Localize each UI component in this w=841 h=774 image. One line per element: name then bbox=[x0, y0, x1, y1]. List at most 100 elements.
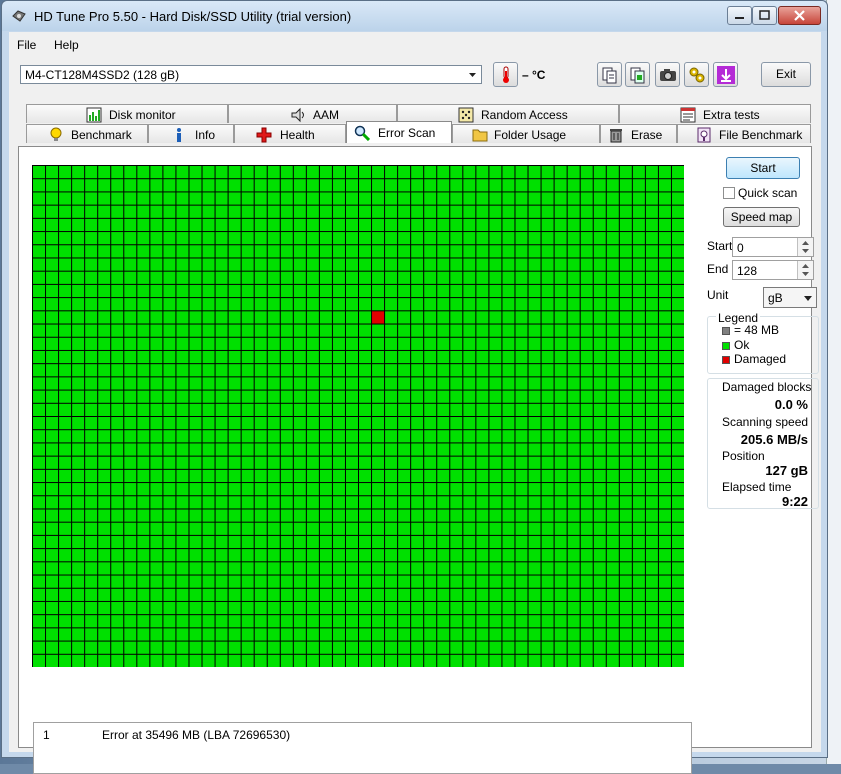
ok-block bbox=[502, 509, 515, 522]
ok-block bbox=[398, 535, 411, 549]
ok-block bbox=[398, 324, 411, 337]
ok-block bbox=[645, 641, 658, 654]
minimize-button[interactable] bbox=[727, 6, 752, 25]
ok-block bbox=[359, 284, 372, 298]
save-button[interactable] bbox=[713, 62, 738, 87]
ok-block bbox=[411, 166, 424, 179]
title-bar[interactable]: HD Tune Pro 5.50 - Hard Disk/SSD Utility… bbox=[2, 1, 827, 31]
ok-block bbox=[359, 337, 372, 350]
speed-map-button[interactable]: Speed map bbox=[723, 207, 800, 227]
tab-info[interactable]: Info bbox=[148, 124, 234, 143]
tab-extra-tests[interactable]: Extra tests bbox=[619, 104, 811, 123]
end-spinbox[interactable]: 128 bbox=[732, 260, 814, 280]
ok-block bbox=[489, 166, 502, 179]
ok-block bbox=[150, 588, 163, 601]
copy-info-button[interactable] bbox=[625, 62, 650, 87]
tab-folder-usage[interactable]: Folder Usage bbox=[452, 124, 600, 143]
tab-file-benchmark[interactable]: File Benchmark bbox=[677, 124, 811, 143]
tab-erase[interactable]: Erase bbox=[600, 124, 677, 143]
ok-block bbox=[671, 311, 684, 324]
screenshot-button[interactable] bbox=[655, 62, 680, 87]
start-spinbox-arrows[interactable] bbox=[797, 238, 813, 256]
close-button[interactable] bbox=[778, 6, 821, 25]
options-button[interactable] bbox=[684, 62, 709, 87]
ok-block bbox=[345, 324, 358, 337]
ok-block bbox=[463, 390, 476, 403]
ok-block bbox=[632, 403, 645, 416]
maximize-button[interactable] bbox=[752, 6, 777, 25]
tab-health[interactable]: Health bbox=[234, 124, 346, 143]
ok-block bbox=[176, 469, 189, 483]
ok-block bbox=[619, 179, 632, 192]
drive-select[interactable]: M4-CT128M4SSD2 (128 gB) bbox=[20, 65, 482, 84]
end-spinbox-arrows[interactable] bbox=[797, 261, 813, 279]
ok-block bbox=[345, 311, 358, 324]
ok-block bbox=[398, 311, 411, 324]
ok-block bbox=[111, 377, 124, 390]
ok-block bbox=[450, 628, 463, 641]
ok-block bbox=[267, 430, 280, 443]
tab-error-scan[interactable]: Error Scan bbox=[346, 121, 452, 143]
ok-block bbox=[111, 364, 124, 377]
ok-block bbox=[163, 417, 176, 430]
ok-block bbox=[306, 469, 319, 483]
ok-block bbox=[580, 337, 593, 350]
ok-block bbox=[85, 403, 98, 416]
tab-disk-monitor[interactable]: Disk monitor bbox=[26, 104, 228, 123]
ok-block bbox=[489, 179, 502, 192]
ok-block bbox=[319, 179, 332, 192]
start-spinbox[interactable]: 0 bbox=[732, 237, 814, 257]
unit-select[interactable]: gB bbox=[763, 287, 817, 308]
ok-block bbox=[489, 417, 502, 430]
ok-block bbox=[515, 245, 528, 258]
tab-benchmark[interactable]: Benchmark bbox=[26, 124, 148, 143]
ok-block bbox=[619, 337, 632, 350]
ok-block bbox=[567, 628, 580, 641]
ok-block bbox=[124, 641, 137, 654]
speaker-icon bbox=[291, 107, 304, 123]
ok-block bbox=[124, 483, 137, 496]
ok-block bbox=[111, 496, 124, 509]
ok-block bbox=[202, 271, 215, 284]
ok-block bbox=[411, 522, 424, 535]
ok-block bbox=[671, 522, 684, 535]
ok-block bbox=[150, 522, 163, 535]
ok-block bbox=[189, 298, 202, 311]
ok-block bbox=[111, 628, 124, 641]
ok-block bbox=[463, 377, 476, 390]
ok-block bbox=[59, 641, 72, 654]
menu-file[interactable]: File bbox=[17, 38, 36, 52]
ok-block bbox=[215, 641, 228, 654]
ok-block bbox=[580, 588, 593, 601]
error-log-list[interactable]: 1 Error at 35496 MB (LBA 72696530) bbox=[33, 722, 692, 774]
ok-block bbox=[632, 192, 645, 205]
ok-block bbox=[619, 311, 632, 324]
ok-block bbox=[280, 364, 293, 377]
ok-block bbox=[137, 311, 150, 324]
copy-text-button[interactable] bbox=[597, 62, 622, 87]
quick-scan-checkbox[interactable] bbox=[723, 187, 735, 199]
ok-block bbox=[424, 549, 437, 562]
ok-block bbox=[85, 337, 98, 350]
ok-block bbox=[567, 271, 580, 284]
ok-block bbox=[176, 443, 189, 456]
legend-block-size: = 48 MB bbox=[734, 323, 780, 337]
ok-block bbox=[59, 430, 72, 443]
ok-block bbox=[398, 509, 411, 522]
ok-block bbox=[202, 469, 215, 483]
temperature-button[interactable] bbox=[493, 62, 518, 87]
ok-block bbox=[176, 311, 189, 324]
ok-block bbox=[228, 601, 241, 615]
ok-block bbox=[33, 390, 46, 403]
ok-block bbox=[345, 258, 358, 271]
exit-button[interactable]: Exit bbox=[761, 62, 811, 87]
ok-block bbox=[267, 284, 280, 298]
ok-block bbox=[502, 628, 515, 641]
ok-block bbox=[306, 588, 319, 601]
menu-help[interactable]: Help bbox=[54, 38, 79, 52]
ok-block bbox=[580, 284, 593, 298]
ok-block bbox=[541, 456, 554, 469]
ok-block bbox=[385, 496, 398, 509]
ok-block bbox=[515, 469, 528, 483]
start-button[interactable]: Start bbox=[726, 157, 800, 179]
